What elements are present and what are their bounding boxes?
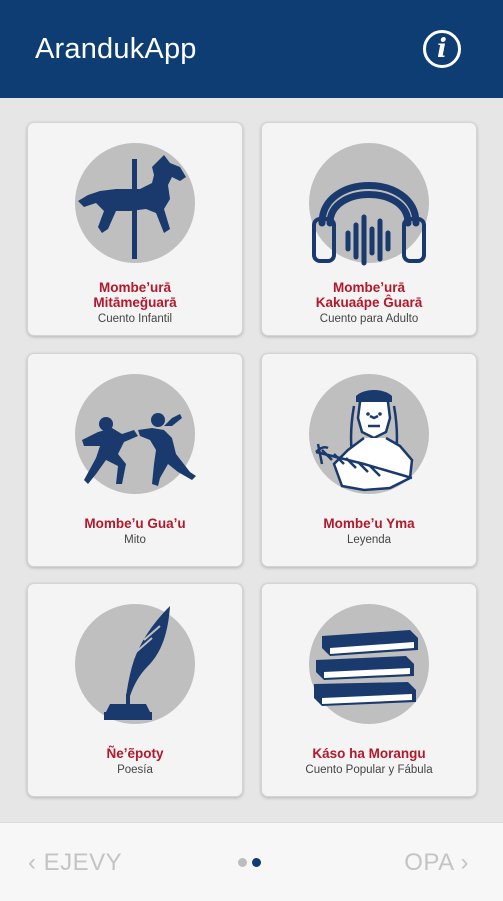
card-title: Mombeʼurā Mitāmeğuarā xyxy=(93,280,177,310)
app-title: ArandukApp xyxy=(35,33,197,65)
prev-button[interactable]: ‹ EJEVY xyxy=(28,849,122,877)
page-dot-2[interactable] xyxy=(252,858,261,867)
card-subtitle: Mito xyxy=(124,534,146,546)
card-subtitle: Cuento para Adulto xyxy=(319,313,419,325)
card-title: Káso ha Morangu xyxy=(312,746,426,761)
page-indicator xyxy=(238,858,261,867)
card-title: Mombeʼu Guaʼu xyxy=(84,516,186,531)
next-button[interactable]: OPA › xyxy=(404,849,469,877)
running-figures-icon xyxy=(82,413,196,486)
card-subtitle: Leyenda xyxy=(346,534,392,546)
card-title: Mombeʼu Yma xyxy=(323,516,415,531)
quill-inkwell-icon xyxy=(104,606,170,720)
carousel-horse-icon xyxy=(78,155,186,259)
card-title: Mombeʼurā Kakuaápe Ĝuarā xyxy=(315,280,423,310)
pager-bar: ‹ EJEVY OPA › xyxy=(0,822,503,901)
category-card-cuento-adulto[interactable]: Mombeʼurā Kakuaápe Ĝuarā Cuento para Adu… xyxy=(261,122,477,336)
category-card-mito[interactable]: Mombeʼu Guaʼu Mito xyxy=(27,353,243,567)
card-subtitle: Poesía xyxy=(117,764,153,776)
app-bar: ArandukApp i xyxy=(0,0,503,98)
category-card-caso-morangu[interactable]: Káso ha Morangu Cuento Popular y Fábula xyxy=(261,583,477,797)
stacked-books-icon xyxy=(314,630,418,706)
page-dot-1[interactable] xyxy=(238,858,247,867)
indigenous-man-icon xyxy=(315,390,414,492)
card-subtitle: Cuento Infantil xyxy=(97,313,173,325)
card-subtitle: Cuento Popular y Fábula xyxy=(305,764,433,776)
category-grid: Mombeʼurā Mitāmeğuarā Cuento Infantil Mo… xyxy=(0,98,503,820)
headphones-icon xyxy=(312,182,426,266)
category-card-poesia[interactable]: Ñeʼẽpoty Poesía xyxy=(27,583,243,797)
info-button[interactable]: i xyxy=(423,30,461,68)
info-icon: i xyxy=(437,34,447,64)
card-title: Ñeʼẽpoty xyxy=(106,746,164,761)
category-card-cuento-infantil[interactable]: Mombeʼurā Mitāmeğuarā Cuento Infantil xyxy=(27,122,243,336)
category-card-leyenda[interactable]: Mombeʼu Yma Leyenda xyxy=(261,353,477,567)
